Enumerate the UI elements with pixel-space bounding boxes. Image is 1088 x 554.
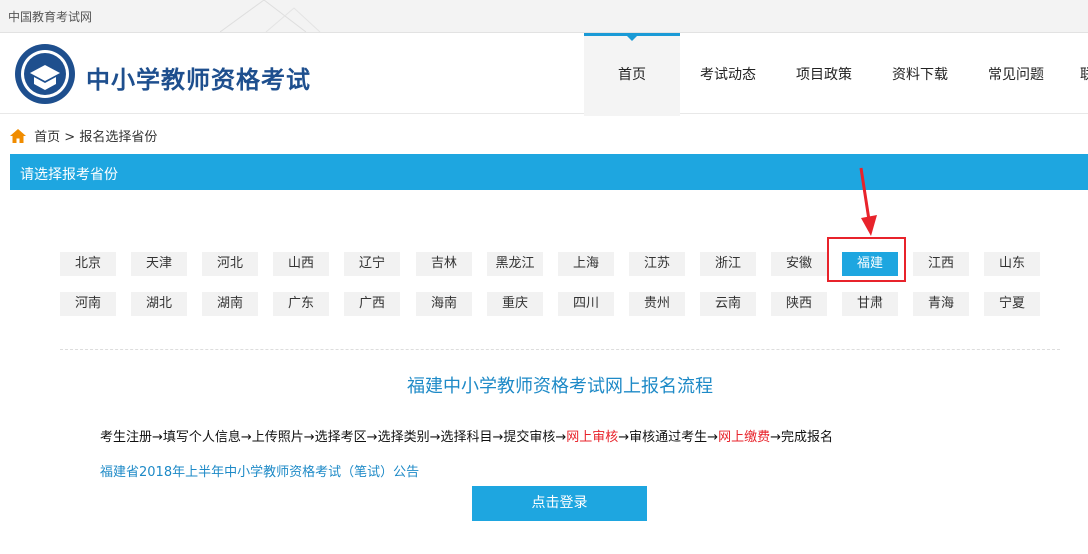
site-name: 中国教育考试网 <box>8 10 93 24</box>
province-button[interactable]: 湖南 <box>202 292 258 316</box>
logo-icon <box>15 44 75 104</box>
flow-part-1: 考生注册→填写个人信息→上传照片→选择考区→选择类别→选择科目→提交审核→ <box>100 430 567 445</box>
province-button[interactable]: 山西 <box>273 252 329 276</box>
header: 中小学教师资格考试 首页 考试动态 项目政策 资料下载 常见问题 联 <box>0 33 1088 116</box>
province-button[interactable]: 河北 <box>202 252 258 276</box>
nav-exam-news[interactable]: 考试动态 <box>680 33 776 113</box>
login-button[interactable]: 点击登录 <box>472 486 647 521</box>
flow-part-2: →审核通过考生→ <box>618 430 719 445</box>
province-button[interactable]: 湖北 <box>131 292 187 316</box>
nav-downloads[interactable]: 资料下载 <box>872 33 968 113</box>
province-button[interactable]: 甘肃 <box>842 292 898 316</box>
top-bar: 中国教育考试网 <box>0 0 1088 33</box>
section-title: 请选择报考省份 <box>20 167 118 183</box>
red-arrow-icon <box>859 167 877 236</box>
nav-faq[interactable]: 常见问题 <box>968 33 1064 113</box>
province-button[interactable]: 辽宁 <box>344 252 400 276</box>
home-icon <box>10 129 26 143</box>
flow-online-review: 网上审核 <box>566 430 619 445</box>
decorative-lines-icon <box>220 0 321 32</box>
page-title: 中小学教师资格考试 <box>86 66 311 94</box>
province-button[interactable]: 贵州 <box>629 292 685 316</box>
province-button[interactable]: 吉林 <box>416 252 472 276</box>
flow-part-3: →完成报名 <box>770 430 833 445</box>
province-button[interactable]: 广西 <box>344 292 400 316</box>
flow-steps: 考生注册→填写个人信息→上传照片→选择考区→选择类别→选择科目→提交审核→网上审… <box>100 426 833 445</box>
province-button[interactable]: 四川 <box>558 292 614 316</box>
province-button[interactable]: 江西 <box>913 252 969 276</box>
province-button[interactable]: 河南 <box>60 292 116 316</box>
notice-link[interactable]: 福建省2018年上半年中小学教师资格考试（笔试）公告 <box>100 461 419 480</box>
province-button[interactable]: 云南 <box>700 292 756 316</box>
nav-policy[interactable]: 项目政策 <box>776 33 872 113</box>
breadcrumb-separator: > <box>64 130 76 145</box>
province-button[interactable]: 浙江 <box>700 252 756 276</box>
province-button[interactable]: 安徽 <box>771 252 827 276</box>
province-button[interactable]: 海南 <box>416 292 472 316</box>
active-caret-icon <box>626 35 638 41</box>
province-button[interactable]: 青海 <box>913 292 969 316</box>
province-button[interactable]: 江苏 <box>629 252 685 276</box>
province-button[interactable]: 山东 <box>984 252 1040 276</box>
nav-contact-partial[interactable]: 联 <box>1064 33 1088 113</box>
province-button[interactable]: 北京 <box>60 252 116 276</box>
province-button[interactable]: 天津 <box>131 252 187 276</box>
breadcrumb-current: 报名选择省份 <box>79 130 158 145</box>
flow-online-payment: 网上缴费 <box>718 430 771 445</box>
section-header: 请选择报考省份 <box>10 154 1088 190</box>
province-button[interactable]: 宁夏 <box>984 292 1040 316</box>
province-button[interactable]: 上海 <box>558 252 614 276</box>
nav-home[interactable]: 首页 <box>584 33 680 116</box>
divider <box>60 349 1060 350</box>
province-button-selected[interactable]: 福建 <box>842 252 898 276</box>
breadcrumb: 首页 > 报名选择省份 <box>10 126 157 145</box>
province-button[interactable]: 黑龙江 <box>487 252 543 276</box>
nav-label: 首页 <box>618 67 646 83</box>
province-button[interactable]: 广东 <box>273 292 329 316</box>
province-button[interactable]: 陕西 <box>771 292 827 316</box>
province-button[interactable]: 重庆 <box>487 292 543 316</box>
flow-title: 福建中小学教师资格考试网上报名流程 <box>407 376 713 397</box>
breadcrumb-home[interactable]: 首页 <box>34 130 60 145</box>
